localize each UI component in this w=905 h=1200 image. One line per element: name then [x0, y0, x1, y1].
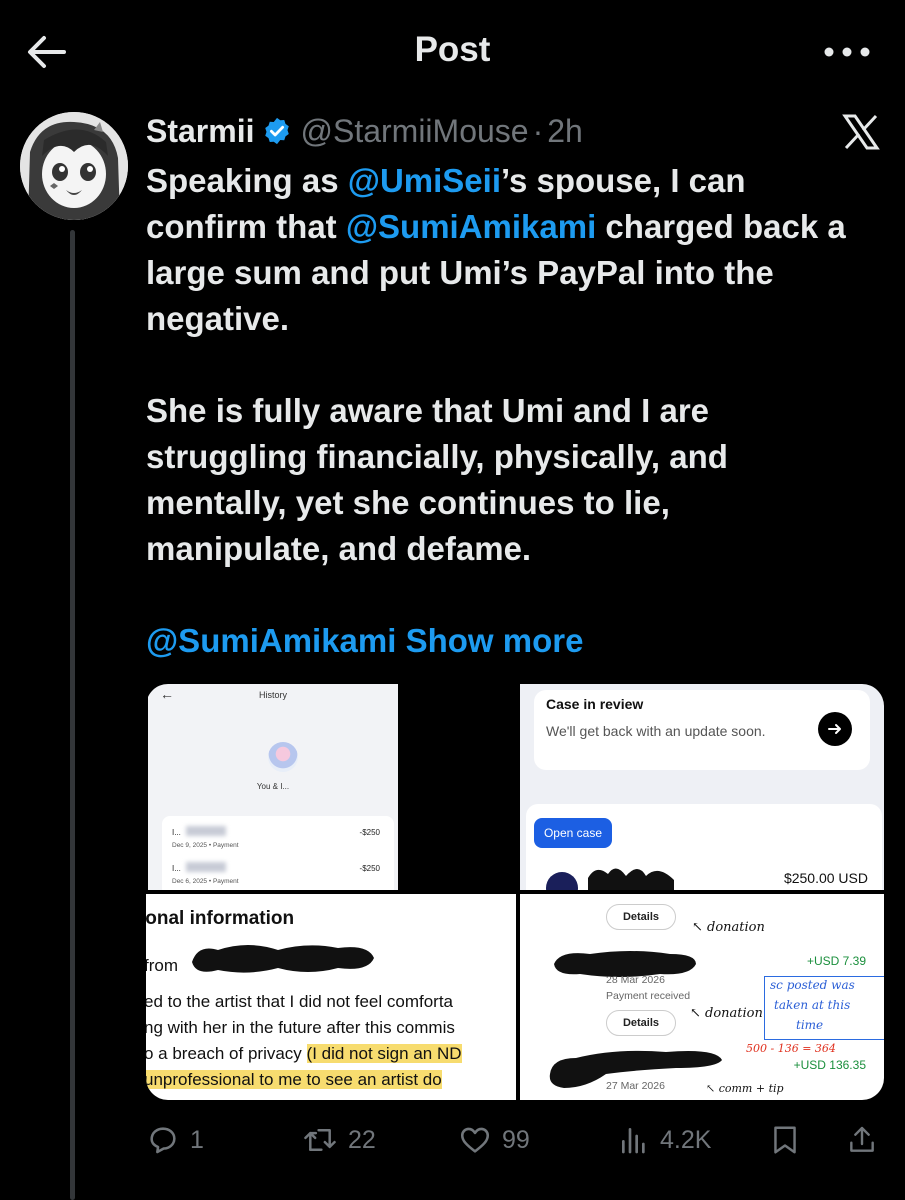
bookmark-button[interactable] [770, 1116, 800, 1164]
top-bar: Post [0, 0, 905, 100]
media-image-1[interactable]: ← History You & I... I... -$250 Dec 9, 2… [146, 684, 516, 890]
bookmark-icon [774, 1126, 796, 1154]
history-row-sub: Dec 6, 2025 • Payment [172, 878, 239, 885]
views-count: 4.2K [660, 1125, 712, 1154]
annotation-text: donation [705, 1006, 763, 1021]
case-title: Case in review [546, 696, 644, 712]
ledger-date-1: 28 Mar 2026 [606, 974, 665, 986]
details-button: Details [606, 904, 676, 930]
credit-amount: +USD 7.39 [806, 954, 866, 968]
like-count: 99 [502, 1125, 530, 1154]
mention-link[interactable]: @SumiAmikami [346, 208, 596, 245]
info-line-1: ed to the artist that I did not feel com… [146, 992, 454, 1011]
highlighted-text: (I did not sign an ND [306, 1044, 462, 1063]
ledger-date-2: 27 Mar 2026 [606, 1080, 665, 1092]
avatar-image [20, 112, 128, 220]
history-row-sub: Dec 9, 2025 • Payment [172, 842, 239, 849]
post-paragraph-3: @SumiAmikami Show more [146, 618, 846, 664]
like-button[interactable]: 99 [458, 1116, 530, 1164]
post-paragraph-1: Speaking as @UmiSeii’s spouse, I can con… [146, 158, 846, 342]
history-avatar [268, 742, 298, 772]
post-text: Speaking as @UmiSeii’s spouse, I can con… [146, 158, 846, 664]
history-row: I... -$250 Dec 9, 2025 • Payment [172, 826, 380, 858]
x-logo-icon[interactable] [841, 112, 881, 152]
views-icon [622, 1128, 645, 1154]
more-button[interactable] [817, 30, 877, 74]
details-button: Details [606, 1010, 676, 1036]
info-line-2: ng with her in the future after this com… [146, 1018, 455, 1037]
mention-link[interactable]: @UmiSeii [348, 162, 501, 199]
mention-link[interactable]: @SumiAmikami [146, 622, 396, 659]
arrow-right-icon [818, 712, 852, 746]
annotation-donation: ↖ donation [690, 1006, 763, 1021]
info-heading: ional information [146, 908, 295, 929]
history-title: History [258, 690, 287, 700]
info-line-4: unprofessional to me to see an artist do [146, 1070, 442, 1090]
views-button[interactable]: 4.2K [618, 1116, 711, 1164]
annotation-blue-2: taken at this [774, 998, 851, 1012]
merchant-avatar [546, 872, 578, 890]
history-card: I... -$250 Dec 9, 2025 • Payment I... -$… [162, 816, 394, 890]
share-icon [850, 1126, 874, 1152]
repost-button[interactable]: 22 [302, 1116, 376, 1164]
case-desc: We'll get back with an update soon. [546, 723, 766, 739]
info-from: from [146, 956, 178, 975]
history-row: I... -$250 Dec 6, 2025 • Payment [172, 862, 380, 890]
case-detail-card: Open case $250.00 USD [526, 804, 882, 890]
annotation-text: donation [707, 920, 765, 935]
author-name[interactable]: Starmii [146, 113, 254, 150]
case-amount: $250.00 USD [783, 870, 868, 886]
annotation-calc: 500 - 136 = 364 [746, 1042, 836, 1055]
text-run: o a breach of privacy [146, 1044, 307, 1063]
annotation-donation: ↖ donation [692, 920, 765, 935]
highlighted-text: unprofessional to me to see an artist do [146, 1070, 442, 1089]
repost-count: 22 [348, 1125, 376, 1154]
text-run: Speaking as [146, 162, 348, 199]
share-button[interactable] [846, 1116, 878, 1164]
action-bar: 1 22 99 4.2K [146, 1116, 886, 1164]
avatar[interactable] [20, 112, 128, 220]
annotation-comm: ↖ comm + tip [706, 1082, 784, 1095]
media-image-4[interactable]: Details ↖ donation +USD 7.39 28 Mar 2026… [520, 894, 884, 1100]
history-row-amount: -$250 [359, 828, 380, 837]
redaction [186, 862, 226, 872]
case-card: Case in review We'll get back with an up… [534, 690, 870, 770]
credit-amount: +USD 136.35 [793, 1058, 866, 1072]
redaction-scribble [192, 945, 374, 973]
open-case-button: Open case [534, 818, 612, 848]
separator-dot: · [532, 112, 544, 149]
history-row-amount: -$250 [359, 864, 380, 873]
history-row-name: I... [172, 864, 181, 873]
show-more-link[interactable]: Show more [406, 622, 584, 659]
reply-button[interactable]: 1 [146, 1116, 204, 1164]
post-time[interactable]: 2h [547, 113, 583, 150]
annotation-text: comm + tip [718, 1082, 784, 1095]
more-icon [824, 47, 870, 57]
author-handle[interactable]: @StarmiiMouse [300, 113, 528, 150]
page-title: Post [414, 30, 491, 69]
redaction-scribble [588, 868, 674, 890]
media-image-2[interactable]: Case in review We'll get back with an up… [520, 684, 884, 890]
media-grid: ← History You & I... I... -$250 Dec 9, 2… [146, 684, 884, 1100]
history-row-name: I... [172, 828, 181, 837]
reply-count: 1 [190, 1125, 204, 1154]
reply-icon [150, 1127, 176, 1154]
like-icon [460, 1127, 490, 1153]
repost-icon [304, 1129, 336, 1151]
post-paragraph-2: She is fully aware that Umi and I are st… [146, 392, 728, 567]
thread-line [70, 230, 75, 1200]
media-image-3[interactable]: ional information from ed to the artist … [146, 894, 516, 1100]
verified-badge-icon [262, 116, 292, 146]
info-line-3: o a breach of privacy (I did not sign an… [146, 1044, 462, 1064]
post-header: Starmii @StarmiiMouse · 2h [146, 108, 583, 154]
annotation-blue-1: sc posted was [770, 978, 855, 992]
history-screenshot: ← History You & I... I... -$250 Dec 9, 2… [148, 684, 398, 890]
redaction [186, 826, 226, 836]
ledger-status: Payment received [606, 990, 691, 1002]
annotation-blue-3: time [796, 1018, 824, 1032]
history-you-label: You & I... [256, 782, 290, 791]
